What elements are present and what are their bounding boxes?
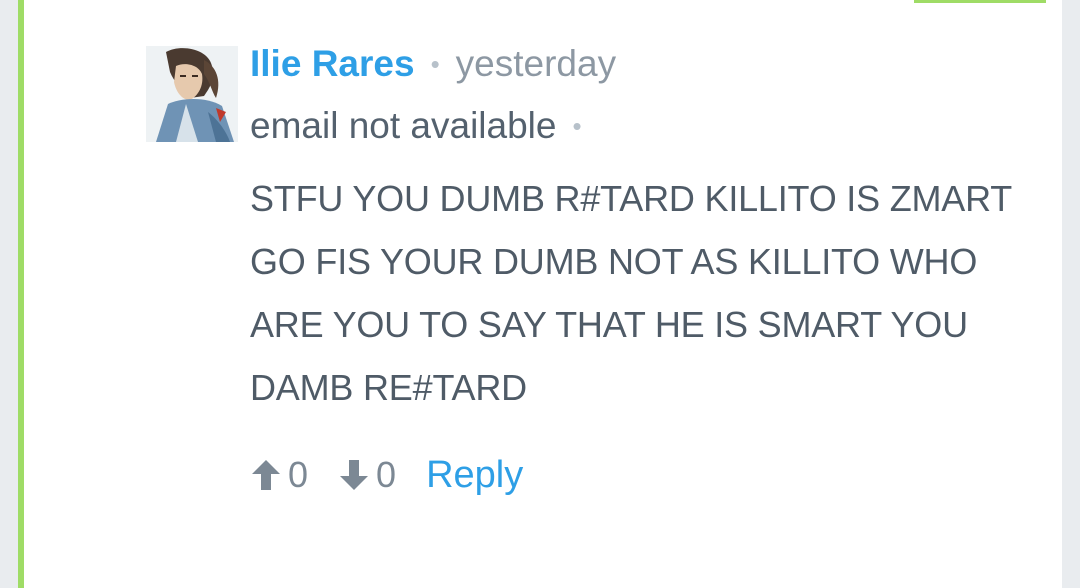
avatar-illustration-icon (146, 46, 238, 142)
upvote-button[interactable]: 0 (250, 454, 308, 496)
comment-line: DAMB RE#TARD (250, 367, 527, 408)
top-accent-bar (914, 0, 1046, 3)
arrow-down-icon (340, 460, 369, 490)
email-line: email not available • (250, 102, 598, 150)
email-separator: • (572, 110, 582, 141)
comment-line: GO FIS YOUR DUMB NOT AS KILLITO WHO (250, 241, 978, 282)
downvote-button[interactable]: 0 (338, 454, 396, 496)
author-name[interactable]: Ilie Rares (250, 43, 415, 85)
upvote-count: 0 (288, 454, 309, 495)
reply-button[interactable]: Reply (426, 454, 523, 497)
meta-separator: • (430, 48, 440, 79)
timestamp[interactable]: yesterday (456, 43, 616, 85)
avatar[interactable] (146, 46, 238, 142)
comment-line: STFU YOU DUMB R#TARD KILLITO IS ZMART (250, 178, 1013, 219)
comment-meta: Ilie Rares • yesterday (250, 40, 616, 88)
downvote-count: 0 (376, 454, 397, 495)
comment-line: ARE YOU TO SAY THAT HE IS SMART YOU (250, 304, 968, 345)
comment-card: Ilie Rares • yesterday email not availab… (18, 0, 1062, 588)
arrow-up-icon (252, 460, 280, 490)
comment-body: STFU YOU DUMB R#TARD KILLITO IS ZMART GO… (250, 167, 1040, 419)
comment-actions: 0 0 Reply (250, 449, 523, 501)
email-status: email not available (250, 105, 557, 146)
